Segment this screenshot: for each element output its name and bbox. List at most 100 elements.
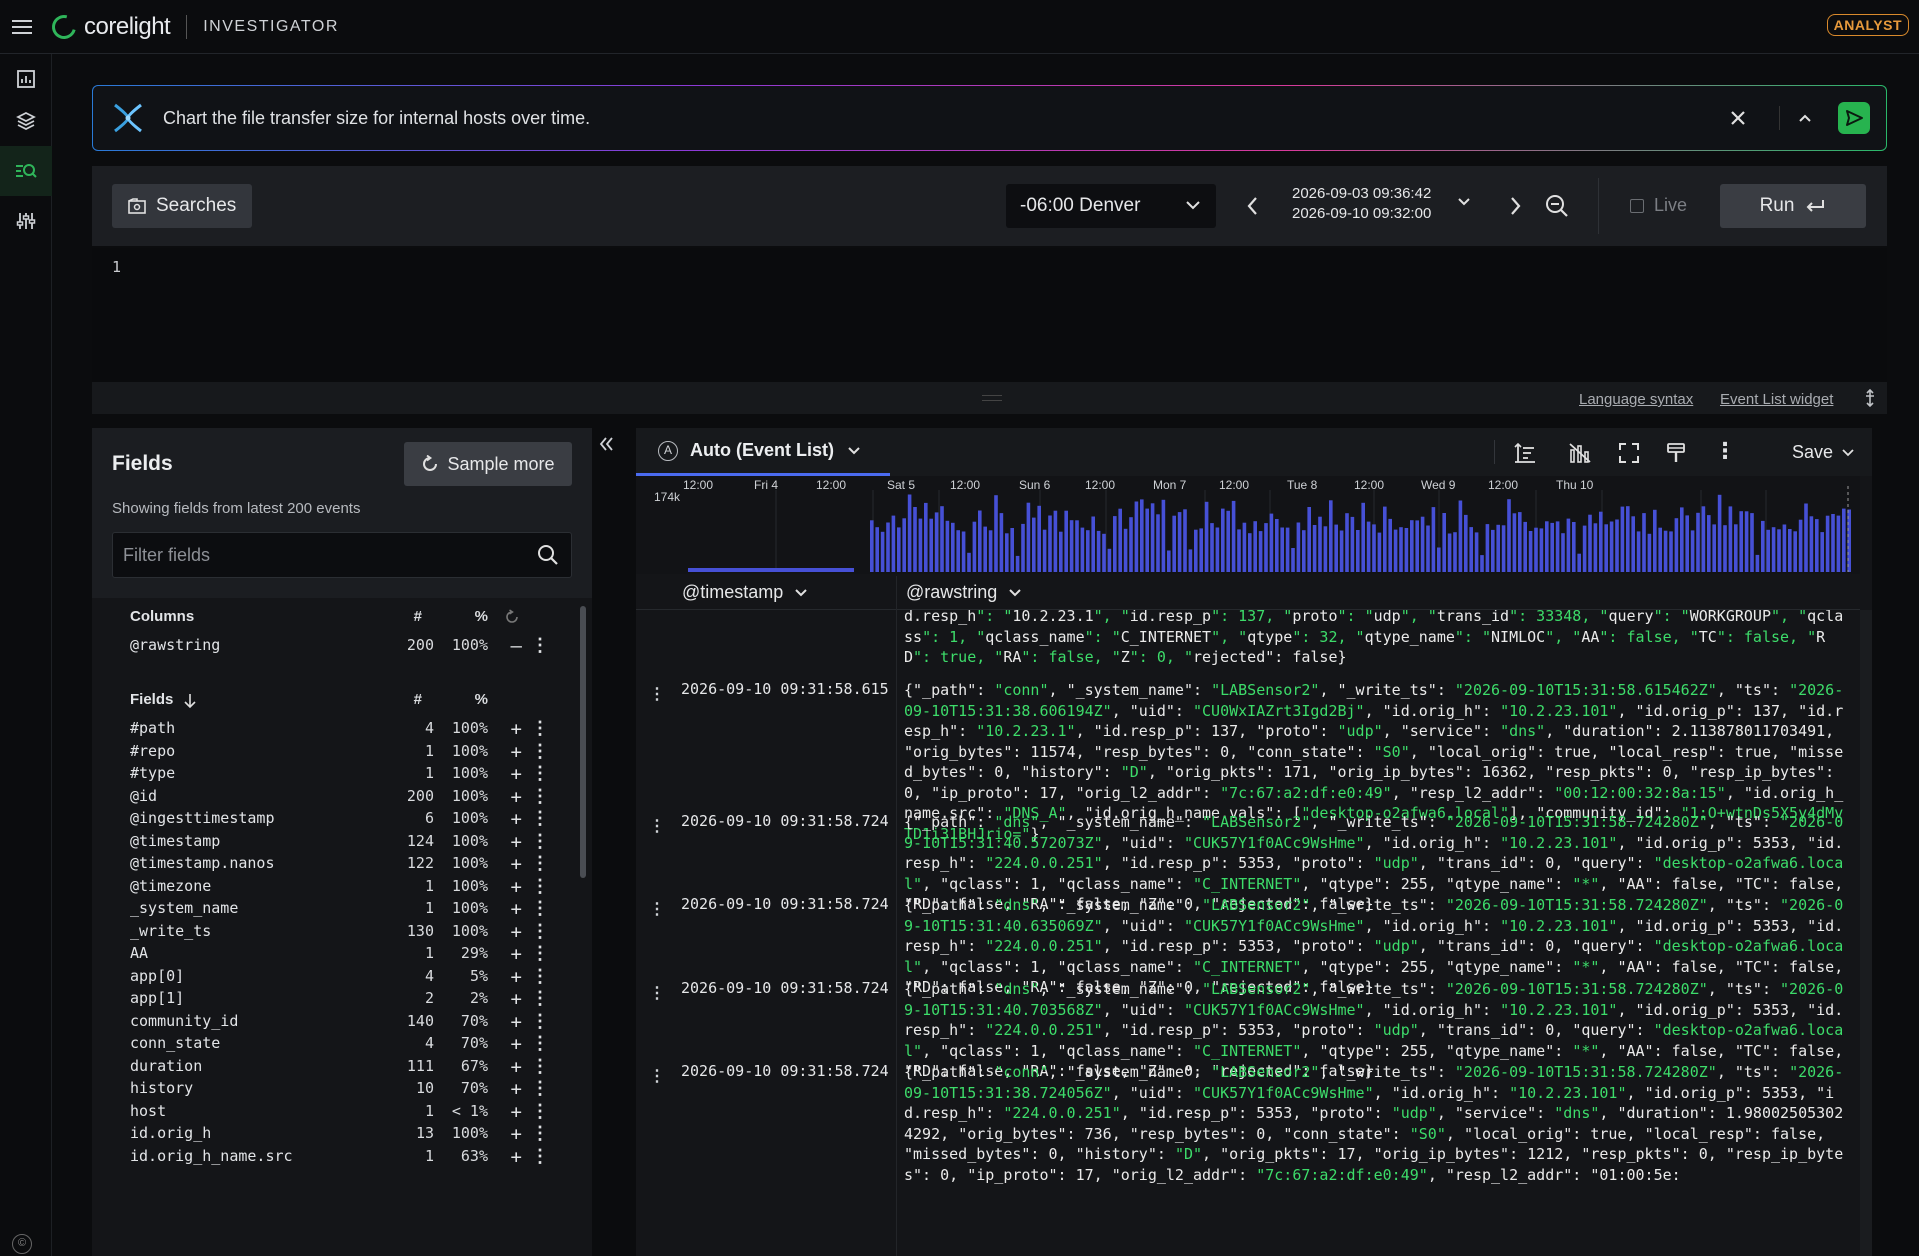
column-header-timestamp[interactable]: @timestamp: [682, 582, 809, 603]
chevron-down-icon[interactable]: [1456, 195, 1472, 209]
rail-item-layers[interactable]: [0, 96, 52, 146]
collapse-fields-button[interactable]: [596, 434, 620, 458]
more-options-icon[interactable]: ⋮: [531, 853, 549, 874]
more-options-icon[interactable]: ⋮: [531, 988, 549, 1009]
rail-item-settings[interactable]: [0, 196, 52, 246]
event-rawstring[interactable]: {"_path": "conn", "_system_name": "LABSe…: [904, 1062, 1846, 1185]
fields-scrollbar[interactable]: [580, 606, 586, 878]
histogram-bar: [1183, 509, 1187, 572]
fields-header[interactable]: Fields # %: [92, 687, 572, 715]
event-actions-icon[interactable]: ⋮: [649, 983, 665, 1002]
filter-fields-input[interactable]: [113, 533, 513, 577]
clear-prompt-button[interactable]: [1723, 103, 1753, 133]
more-options-icon[interactable]: ⋮: [531, 921, 549, 942]
histogram-bar: [1383, 506, 1387, 572]
timezone-select[interactable]: -06:00 Denver: [1006, 184, 1216, 228]
event-actions-icon[interactable]: ⋮: [649, 899, 665, 918]
histogram-bar: [1788, 529, 1792, 572]
column-header-rawstring[interactable]: @rawstring: [906, 582, 1023, 603]
more-options-icon[interactable]: ⋮: [531, 943, 549, 964]
event-list-scrollbar[interactable]: [1860, 610, 1872, 1256]
query-editor[interactable]: 1: [92, 248, 1887, 382]
more-options-icon[interactable]: ⋮: [1714, 438, 1736, 464]
rail-item-search[interactable]: [0, 146, 52, 196]
histogram-bar: [1080, 527, 1085, 572]
histogram-bar: [1647, 533, 1652, 572]
more-options-icon[interactable]: ⋮: [531, 831, 549, 852]
tab-auto-event-list[interactable]: A Auto (Event List): [636, 428, 890, 476]
more-options-icon[interactable]: ⋮: [531, 966, 549, 987]
time-range-picker[interactable]: 2026-09-03 09:36:42 2026-09-10 09:32:00: [1292, 184, 1431, 224]
more-options-icon[interactable]: ⋮: [531, 1146, 549, 1167]
event-actions-icon[interactable]: ⋮: [649, 1066, 665, 1085]
histogram-bar: [1366, 521, 1371, 572]
histogram-bar: [1172, 515, 1176, 572]
more-options-icon[interactable]: ⋮: [531, 898, 549, 919]
collapse-prompt-button[interactable]: [1790, 103, 1820, 133]
sample-more-button[interactable]: Sample more: [404, 442, 572, 486]
live-toggle[interactable]: Live: [1630, 195, 1687, 216]
more-options-icon[interactable]: ⋮: [531, 808, 549, 829]
sort-icon[interactable]: [1514, 442, 1536, 464]
live-checkbox[interactable]: [1630, 198, 1644, 213]
histogram-bar: [880, 531, 885, 572]
filter-fields-field[interactable]: [112, 532, 572, 578]
reset-columns-icon[interactable]: [504, 609, 520, 625]
more-options-icon[interactable]: ⋮: [531, 1101, 549, 1122]
pin-icon[interactable]: [1862, 388, 1878, 408]
event-actions-icon[interactable]: ⋮: [649, 684, 665, 703]
paint-format-icon[interactable]: [1666, 442, 1686, 464]
more-options-icon[interactable]: ⋮: [531, 1078, 549, 1099]
more-options-icon[interactable]: ⋮: [531, 786, 549, 807]
remove-column-button[interactable]: —: [511, 635, 522, 657]
top-bar: corelight INVESTIGATOR ANALYST: [0, 0, 1919, 54]
event-rawstring[interactable]: d.resp_h": "10.2.23.1", "id.resp_p": 137…: [904, 610, 1846, 668]
hide-histogram-icon[interactable]: [1568, 442, 1592, 464]
more-options-icon[interactable]: ⋮: [531, 1056, 549, 1077]
sort-arrow-down-icon[interactable]: [184, 693, 196, 709]
zoom-out-icon[interactable]: [1544, 192, 1570, 220]
more-options-icon[interactable]: ⋮: [531, 741, 549, 762]
add-field-button[interactable]: +: [511, 1146, 522, 1168]
previous-range-button[interactable]: [1244, 192, 1262, 220]
histogram-bar: [897, 527, 901, 572]
event-timestamp: 2026-09-10 09:31:58.724: [681, 895, 889, 913]
timezone-value: -06:00 Denver: [1020, 195, 1141, 216]
event-histogram[interactable]: 174k 12:00 Fri 4 12:00 Sat 5 12:00 Sun 6 12:00…: [636, 476, 1860, 574]
more-options-icon[interactable]: ⋮: [531, 1011, 549, 1032]
field-name: #type: [130, 764, 176, 782]
brand[interactable]: corelight INVESTIGATOR: [47, 10, 339, 43]
save-button[interactable]: Save: [1792, 442, 1855, 463]
histogram-bar: [875, 527, 879, 572]
chevron-down-icon[interactable]: [846, 445, 862, 457]
field-name: @timestamp: [130, 831, 221, 850]
histogram-bar: [999, 513, 1004, 572]
searches-button[interactable]: Searches: [112, 184, 253, 228]
more-options-icon[interactable]: ⋮: [531, 763, 549, 784]
fullscreen-icon[interactable]: [1618, 442, 1640, 464]
copyright-icon[interactable]: ©: [12, 1234, 32, 1254]
histogram-bar: [1145, 508, 1149, 572]
field-count: 1: [424, 1101, 434, 1120]
send-prompt-button[interactable]: [1838, 102, 1870, 134]
menu-icon[interactable]: [12, 19, 34, 35]
next-range-button[interactable]: [1506, 192, 1524, 220]
more-options-icon[interactable]: ⋮: [531, 876, 549, 897]
event-list-widget-link[interactable]: Event List widget: [1720, 391, 1833, 408]
field-row[interactable]: id.orig_h_name.src 1 63% + ⋮: [92, 1143, 572, 1171]
event-actions-icon[interactable]: ⋮: [649, 816, 665, 835]
more-options-icon[interactable]: ⋮: [531, 718, 549, 739]
more-options-icon[interactable]: ⋮: [531, 1033, 549, 1054]
ai-prompt-text[interactable]: Chart the file transfer size for interna…: [163, 108, 1723, 129]
run-button[interactable]: Run: [1720, 184, 1866, 228]
more-options-icon[interactable]: ⋮: [531, 1123, 549, 1144]
field-count: 10: [415, 1079, 434, 1097]
language-syntax-link[interactable]: Language syntax: [1579, 391, 1693, 408]
search-icon[interactable]: [537, 544, 559, 566]
histogram-bar: [1210, 523, 1214, 572]
more-options-icon[interactable]: ⋮: [531, 635, 549, 656]
column-row[interactable]: @rawstring 200 100% — ⋮: [92, 632, 572, 660]
field-name: @id: [130, 786, 158, 805]
resize-handle[interactable]: [982, 395, 1002, 401]
field-name: #repo: [130, 741, 176, 760]
